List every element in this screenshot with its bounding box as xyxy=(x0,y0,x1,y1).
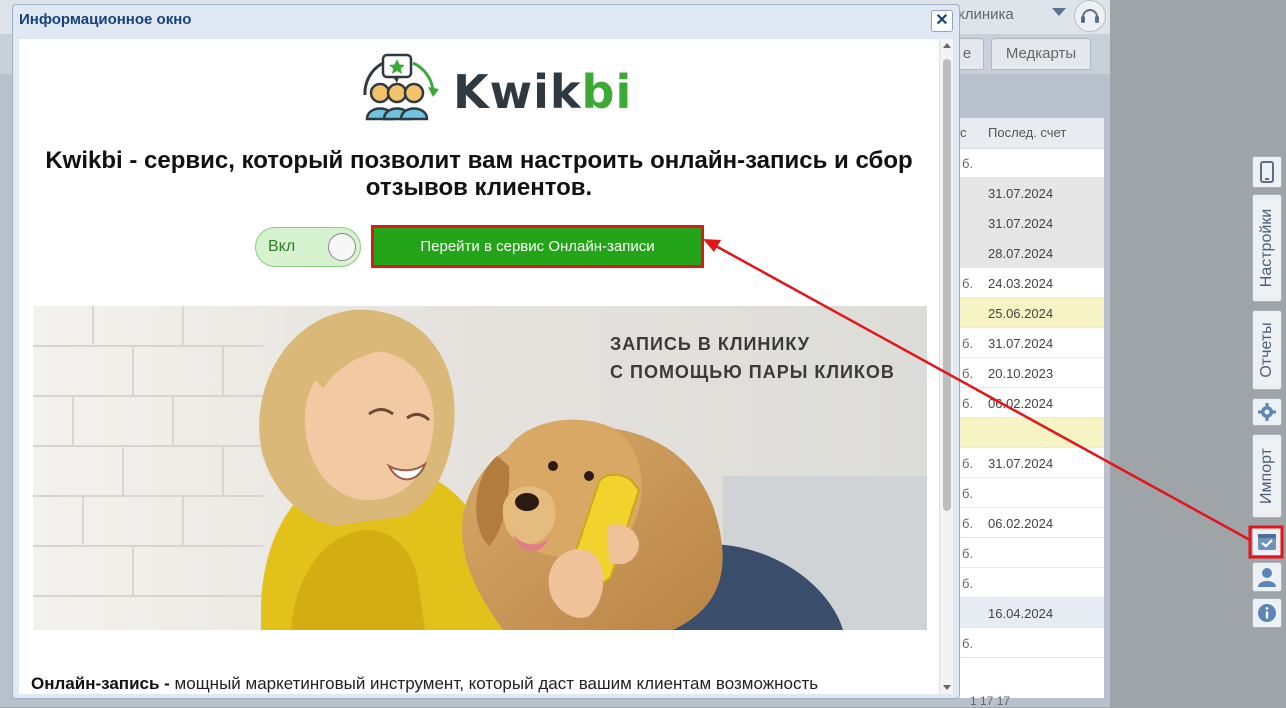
clinic-select[interactable]: клиника xyxy=(958,6,1014,23)
support-headset-icon[interactable] xyxy=(1074,0,1106,32)
service-headline: Kwikbi - сервис, который позволит вам на… xyxy=(45,147,913,201)
row-suffix: б. xyxy=(962,516,974,531)
table-row[interactable]: б. 06.02.2024 xyxy=(958,388,1104,418)
table-row[interactable]: б. 20.10.2023 xyxy=(958,358,1104,388)
table-row[interactable]: 31.07.2024 xyxy=(958,178,1104,208)
table-row[interactable]: 16.04.2024 xyxy=(958,598,1104,628)
grid-header-col[interactable]: с xyxy=(960,125,967,140)
last-invoice-date: 25.06.2024 xyxy=(988,306,1054,321)
row-suffix: б. xyxy=(962,276,974,291)
toggle-knob xyxy=(328,233,356,261)
promo-banner-image: ЗАПИСЬ В КЛИНИКУ С ПОМОЩЬЮ ПАРЫ КЛИКОВ xyxy=(33,306,927,630)
description-bold: Онлайн-запись - xyxy=(31,674,170,693)
banner-line-1: ЗАПИСЬ В КЛИНИКУ xyxy=(610,334,810,354)
last-invoice-date: 28.07.2024 xyxy=(988,246,1054,261)
table-row[interactable]: б. 06.02.2024 xyxy=(958,508,1104,538)
settings-tab[interactable]: Настройки xyxy=(1252,194,1282,302)
go-to-online-booking-button[interactable]: Перейти в сервис Онлайн-записи xyxy=(374,228,701,265)
last-invoice-date: 24.03.2024 xyxy=(988,276,1054,291)
scroll-thumb[interactable] xyxy=(943,59,951,511)
table-row[interactable]: 25.06.2024 xyxy=(958,298,1104,328)
kwikbi-wordmark: Kwikbi xyxy=(453,65,633,119)
last-invoice-date: 31.07.2024 xyxy=(988,456,1054,471)
import-tab[interactable]: Импорт xyxy=(1252,434,1282,518)
table-row[interactable]: б. 31.07.2024 xyxy=(958,328,1104,358)
banner-line-2: С ПОМОЩЬЮ ПАРЫ КЛИКОВ xyxy=(610,362,895,382)
last-invoice-date: 20.10.2023 xyxy=(988,366,1054,381)
calendar-check-icon[interactable] xyxy=(1252,526,1282,556)
table-row[interactable]: б. xyxy=(958,628,1104,658)
row-suffix: б. xyxy=(962,576,974,591)
scroll-down-arrow-icon[interactable] xyxy=(943,685,951,690)
last-invoice-date: 06.02.2024 xyxy=(988,516,1054,531)
kwikbi-logo: Kwikbi xyxy=(353,51,631,129)
last-invoice-date: 06.02.2024 xyxy=(988,396,1054,411)
table-row[interactable]: б. xyxy=(958,478,1104,508)
modal-body: Kwikbi Kwikbi - сервис, который позволит… xyxy=(19,39,953,694)
user-icon[interactable] xyxy=(1252,562,1282,592)
info-modal: Информационное окно ✕ Kwikbi Kwikbi - се… xyxy=(12,4,960,699)
grid-header-col[interactable]: Послед. счет xyxy=(988,125,1066,140)
table-row[interactable]: 28.07.2024 xyxy=(958,238,1104,268)
service-description: Онлайн-запись - мощный маркетинговый инс… xyxy=(31,673,931,694)
description-text: мощный маркетинговый инструмент, который… xyxy=(169,674,819,693)
row-suffix: б. xyxy=(962,336,974,351)
row-suffix: б. xyxy=(962,546,974,561)
row-suffix: б. xyxy=(962,366,974,381)
mobile-icon[interactable] xyxy=(1252,156,1282,188)
scroll-up-arrow-icon[interactable] xyxy=(943,43,951,48)
table-row[interactable]: 31.07.2024 xyxy=(958,208,1104,238)
close-button[interactable]: ✕ xyxy=(931,10,953,32)
reports-tab-label: Отчеты xyxy=(1258,322,1275,378)
service-toggle[interactable]: Вкл xyxy=(255,227,361,267)
table-row[interactable]: б. xyxy=(958,568,1104,598)
last-invoice-date: 16.04.2024 xyxy=(988,606,1054,621)
last-invoice-date: 31.07.2024 xyxy=(988,336,1054,351)
reports-tab[interactable]: Отчеты xyxy=(1252,310,1282,390)
banner-caption: ЗАПИСЬ В КЛИНИКУ С ПОМОЩЬЮ ПАРЫ КЛИКОВ xyxy=(610,330,895,386)
row-suffix: б. xyxy=(962,456,974,471)
grid-header: с Послед. счет xyxy=(958,118,1104,149)
modal-title: Информационное окно xyxy=(19,11,192,28)
chevron-down-icon[interactable] xyxy=(1052,8,1066,16)
last-invoice-date: 31.07.2024 xyxy=(988,216,1054,231)
settings-tab-label: Настройки xyxy=(1258,208,1275,288)
modal-scrollbar[interactable] xyxy=(939,39,953,694)
row-suffix: б. xyxy=(962,396,974,411)
import-tab-label: Импорт xyxy=(1258,448,1275,504)
table-row[interactable]: б. 24.03.2024 xyxy=(958,268,1104,298)
info-icon[interactable] xyxy=(1252,598,1282,628)
kwikbi-logo-icon xyxy=(363,53,439,121)
table-row[interactable]: б. 31.07.2024 xyxy=(958,448,1104,478)
gear-icon[interactable] xyxy=(1252,398,1282,426)
grid-pager: 1 17 17 xyxy=(970,694,1011,708)
tab-medcards[interactable]: Медкарты xyxy=(991,38,1091,70)
row-suffix: б. xyxy=(962,636,974,651)
table-row[interactable] xyxy=(958,418,1104,448)
row-suffix: б. xyxy=(962,486,974,501)
table-row[interactable]: б. xyxy=(958,538,1104,568)
row-suffix: б. xyxy=(962,156,974,171)
last-invoice-date: 31.07.2024 xyxy=(988,186,1054,201)
toggle-label: Вкл xyxy=(268,238,296,255)
table-row[interactable]: б. xyxy=(958,148,1104,178)
